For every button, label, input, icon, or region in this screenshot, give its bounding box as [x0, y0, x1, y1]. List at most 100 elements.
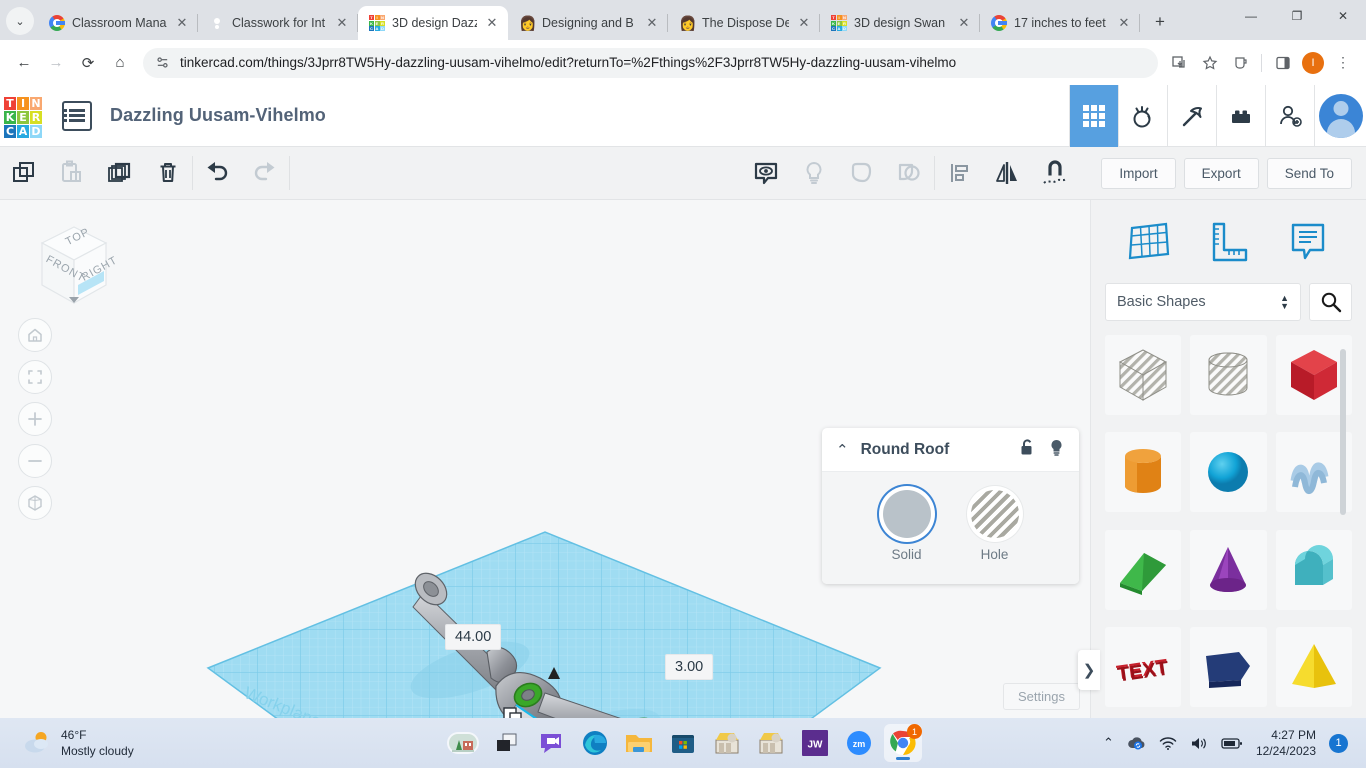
solid-option[interactable]: Solid — [882, 490, 931, 562]
copy-icon[interactable] — [0, 147, 48, 200]
ortho-perspective-icon[interactable] — [18, 486, 52, 520]
home-button[interactable]: ⌂ — [105, 48, 135, 78]
workplane-magnet-icon[interactable] — [1031, 147, 1079, 200]
shape-tile-cone-purple[interactable] — [1190, 529, 1267, 610]
shape-tile-sphere-blue[interactable] — [1190, 432, 1267, 513]
zoom-out-icon[interactable] — [18, 444, 52, 478]
tab-close-button[interactable]: ✕ — [174, 15, 190, 31]
circuits-icon[interactable] — [1118, 84, 1167, 147]
site-settings-icon[interactable] — [155, 55, 170, 70]
project-menu-button[interactable] — [62, 100, 92, 131]
tab-close-button[interactable]: ✕ — [796, 15, 812, 31]
shape-category-select[interactable]: Basic Shapes ▲ ▼ — [1105, 283, 1301, 321]
profile-avatar[interactable]: I — [1299, 49, 1327, 77]
app-icon-a[interactable] — [708, 724, 746, 762]
note-icon[interactable] — [1285, 220, 1331, 269]
lego-brick-icon[interactable] — [1216, 84, 1265, 147]
group-icon[interactable] — [838, 147, 886, 200]
shape-tile-polygon-navy[interactable] — [1190, 626, 1267, 707]
view-cube[interactable]: TOP FRONT RIGHT — [12, 215, 122, 320]
browser-menu-button[interactable]: ⋮ — [1329, 49, 1357, 77]
note-icon[interactable] — [742, 147, 790, 200]
redo-icon[interactable] — [241, 147, 289, 200]
browser-tab[interactable]: Classwork for Int ✕ — [198, 6, 358, 40]
measurement-label[interactable]: 3.00 — [665, 654, 714, 680]
taskbar-clock[interactable]: 4:27 PM 12/24/2023 — [1256, 727, 1316, 759]
shape-grid-scrollbar[interactable] — [1340, 335, 1349, 715]
shape-search-button[interactable] — [1309, 283, 1352, 321]
chat-icon[interactable] — [532, 724, 570, 762]
jw-icon[interactable]: JW — [796, 724, 834, 762]
edge-icon[interactable] — [576, 724, 614, 762]
undo-icon[interactable] — [193, 147, 241, 200]
collapse-panel-button[interactable]: ❯ — [1078, 650, 1100, 690]
import-button[interactable]: Import — [1101, 157, 1176, 189]
ungroup-icon[interactable] — [886, 147, 934, 200]
export-button[interactable]: Export — [1183, 157, 1259, 189]
address-bar[interactable]: tinkercad.com/things/3Jprr8TW5Hy-dazzlin… — [143, 47, 1158, 78]
home-view-icon[interactable] — [18, 318, 52, 352]
unlock-icon[interactable] — [1019, 438, 1036, 462]
pickaxe-icon[interactable] — [1167, 84, 1216, 147]
chrome-icon[interactable]: 1 — [884, 724, 922, 762]
ruler-icon[interactable] — [1205, 220, 1251, 269]
tray-chevron-icon[interactable]: ⌃ — [1103, 735, 1114, 751]
wifi-icon[interactable] — [1159, 736, 1177, 751]
duplicate-icon[interactable] — [96, 147, 144, 200]
hole-swatch[interactable] — [970, 490, 1019, 538]
reload-button[interactable]: ⟳ — [73, 48, 103, 78]
solid-swatch[interactable] — [882, 490, 931, 538]
microsoft-store-icon[interactable] — [664, 724, 702, 762]
tab-close-button[interactable]: ✕ — [484, 15, 500, 31]
new-tab-button[interactable]: + — [1146, 8, 1174, 36]
shape-tile-roundroof-teal[interactable] — [1275, 529, 1352, 610]
close-button[interactable]: ✕ — [1320, 0, 1366, 32]
add-person-icon[interactable] — [1265, 84, 1314, 147]
tab-close-button[interactable]: ✕ — [956, 15, 972, 31]
browser-tab[interactable]: 17 inches to feet ✕ — [980, 6, 1140, 40]
lightbulb-icon[interactable] — [790, 147, 838, 200]
align-icon[interactable] — [935, 147, 983, 200]
tab-close-button[interactable]: ✕ — [644, 15, 660, 31]
browser-tab[interactable]: 👩 The Dispose Del ✕ — [668, 6, 820, 40]
shape-tile-text-red[interactable]: TEXT TEXT — [1105, 626, 1182, 707]
shape-library-grid[interactable]: TEXT TEXT — [1105, 335, 1352, 715]
chevron-up-icon[interactable]: ⌃ — [836, 441, 849, 459]
mirror-icon[interactable] — [983, 147, 1031, 200]
notification-badge[interactable]: 1 — [1329, 733, 1348, 753]
workplane-icon[interactable] — [1126, 220, 1172, 269]
tab-close-button[interactable]: ✕ — [334, 15, 350, 31]
tab-close-button[interactable]: ✕ — [1116, 15, 1132, 31]
shape-tile-pyramid-yellow[interactable] — [1275, 626, 1352, 707]
zoom-icon[interactable]: zm — [840, 724, 878, 762]
browser-tab[interactable]: 👩 Designing and B ✕ — [508, 6, 668, 40]
paste-icon[interactable] — [48, 147, 96, 200]
browser-tab[interactable]: T I N K E R C A D 3D design Dazzli ✕ — [358, 6, 508, 40]
shape-tile-cylinder-hole[interactable] — [1190, 335, 1267, 415]
send-to-button[interactable]: Send To — [1266, 157, 1352, 189]
shape-tile-cylinder-orange[interactable] — [1105, 432, 1182, 513]
tinkercad-logo[interactable]: TINKERCAD — [4, 96, 42, 138]
cloud-sync-icon[interactable] — [1127, 735, 1146, 751]
weather-widget[interactable]: 46°F Mostly cloudy — [22, 727, 134, 759]
shape-tile-wedge-green[interactable] — [1105, 529, 1182, 610]
side-panel-icon[interactable] — [1269, 49, 1297, 77]
back-button[interactable]: ← — [9, 48, 39, 78]
install-app-icon[interactable] — [1166, 49, 1194, 77]
shape-tile-box-hole[interactable] — [1105, 335, 1182, 415]
maximize-button[interactable]: ❐ — [1274, 0, 1320, 32]
extensions-icon[interactable] — [1226, 49, 1254, 77]
app-icon-b[interactable] — [752, 724, 790, 762]
user-avatar[interactable] — [1314, 84, 1366, 147]
fit-view-icon[interactable] — [18, 360, 52, 394]
browser-tab[interactable]: T I N K E R C A D 3D design Swan ✕ — [820, 6, 980, 40]
measurement-label[interactable]: 44.00 — [445, 624, 502, 650]
settings-button[interactable]: Settings — [1003, 683, 1080, 710]
minimize-button[interactable]: — — [1228, 0, 1274, 32]
browser-tab[interactable]: Classroom Mana ✕ — [38, 6, 198, 40]
hole-option[interactable]: Hole — [970, 490, 1019, 562]
lightbulb-icon[interactable] — [1048, 438, 1065, 462]
forward-button[interactable]: → — [41, 48, 71, 78]
widgets-icon[interactable] — [444, 724, 482, 762]
zoom-in-icon[interactable] — [18, 402, 52, 436]
